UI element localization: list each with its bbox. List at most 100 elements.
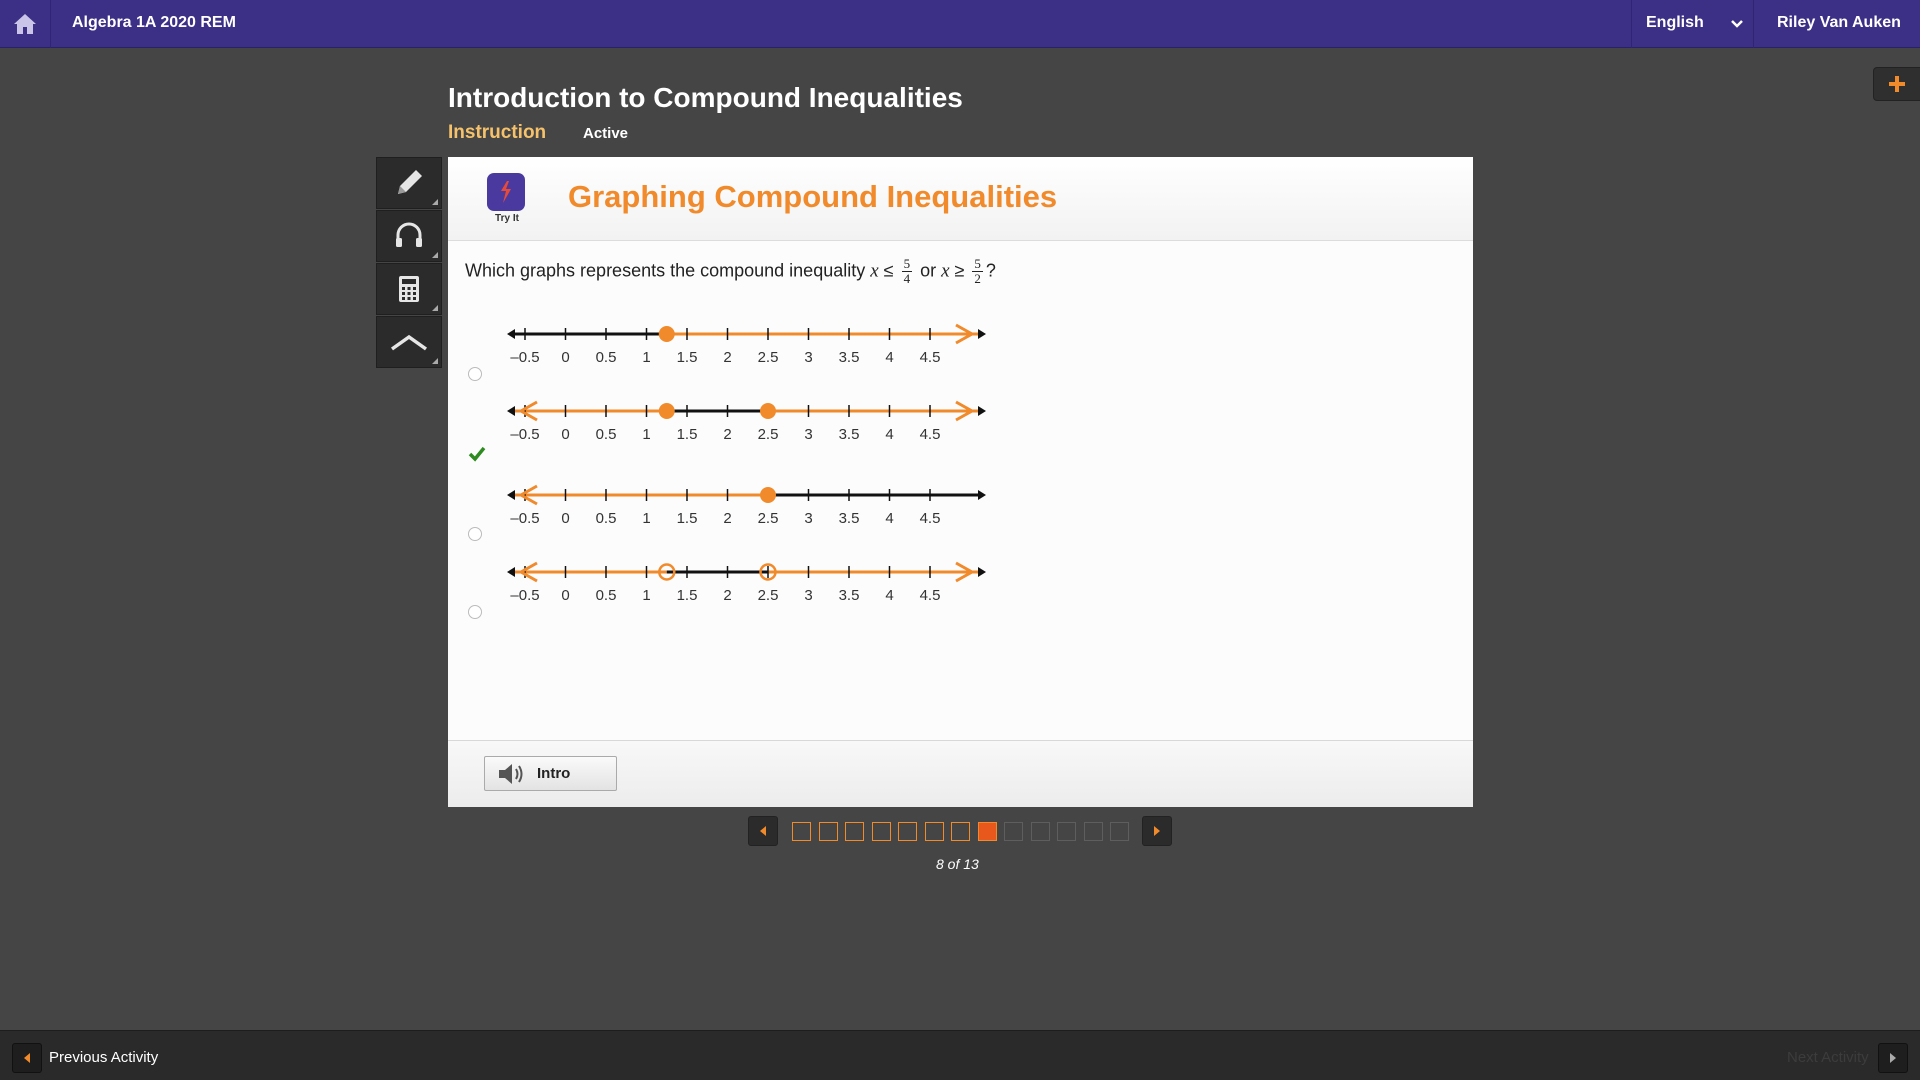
tick-label: 1 (642, 349, 650, 366)
tick-label: 3.5 (839, 587, 860, 604)
page-indicator-1[interactable] (792, 822, 811, 841)
number-line-option-3[interactable]: –0.5 0 0.5 1 1.5 2 2.5 3 3.5 4 4.5 (498, 483, 998, 538)
page-indicator-9[interactable] (1004, 822, 1023, 841)
page-indicator-6[interactable] (924, 822, 944, 841)
tick-label: 1.5 (677, 426, 698, 443)
page-indicator-13[interactable] (1110, 822, 1129, 841)
answer-radio-3[interactable] (468, 527, 482, 541)
tick-label: 0 (561, 587, 569, 604)
tool-corner-icon (432, 252, 438, 258)
calculator-tool-button[interactable] (376, 263, 442, 315)
panel-footer: Intro (448, 740, 1473, 807)
axis-arrow-left (507, 329, 515, 339)
triangle-left-icon (760, 826, 766, 836)
tick-label: 4.5 (920, 587, 941, 604)
expand-plus-button[interactable] (1873, 67, 1920, 101)
user-menu[interactable]: Riley Van Auken (1753, 0, 1920, 48)
speaker-icon (499, 763, 523, 784)
tick-label: 1.5 (677, 510, 698, 527)
tick-label: 2.5 (758, 426, 779, 443)
triangle-right-icon (1890, 1053, 1896, 1063)
axis-arrow-right (978, 490, 986, 500)
course-title: Algebra 1A 2020 REM (72, 14, 236, 31)
page-indicator-10[interactable] (1030, 822, 1050, 841)
tick-label: 2.5 (758, 349, 779, 366)
number-line-option-1[interactable]: –0.5 0 0.5 1 1.5 2 2.5 3 3.5 4 4.5 (498, 322, 998, 377)
tab-instruction[interactable]: Instruction (448, 122, 546, 144)
question-suffix: ? (985, 260, 996, 281)
number-line-option-4[interactable]: –0.5 0 0.5 1 1.5 2 2.5 3 3.5 4 4.5 (498, 560, 998, 615)
tick-label: 1 (642, 426, 650, 443)
language-selector[interactable]: English (1631, 0, 1753, 48)
closed-point (760, 487, 776, 503)
activity-status: Active (583, 125, 629, 142)
page-indicator-7[interactable] (951, 822, 970, 841)
tick-label: 2.5 (758, 587, 779, 604)
page-indicator-2[interactable] (818, 822, 838, 841)
audio-tool-button[interactable] (376, 210, 442, 262)
previous-activity-button[interactable] (12, 1043, 42, 1073)
next-activity-button[interactable] (1878, 1043, 1908, 1073)
tool-corner-icon (432, 305, 438, 311)
question-prefix: Which graphs represents the compound ine… (465, 260, 871, 281)
try-it-label: Try It (495, 213, 519, 224)
intro-label: Intro (537, 765, 571, 782)
question-op1: ≤ (878, 260, 899, 281)
tick-label: 3 (804, 510, 812, 527)
plus-icon (1889, 76, 1905, 92)
axis-arrow-left (507, 406, 515, 416)
panel-title: Graphing Compound Inequalities (568, 179, 1058, 214)
tick-label: –0.5 (510, 510, 539, 527)
page-indicator-11[interactable] (1057, 822, 1076, 841)
tick-label: 0 (561, 349, 569, 366)
answer-radio-4[interactable] (468, 605, 482, 619)
tick-label: 4.5 (920, 349, 941, 366)
question-text: Which graphs represents the compound ine… (465, 257, 996, 286)
home-button[interactable] (0, 0, 51, 48)
page-indicator-5[interactable] (898, 822, 917, 841)
tick-label: 3 (804, 426, 812, 443)
page-indicator-8[interactable] (977, 822, 997, 841)
answer-radio-1[interactable] (468, 367, 482, 381)
fraction-1: 54 (901, 256, 913, 286)
tool-sidebar (376, 157, 442, 369)
bottom-navigation-bar: Previous Activity Next Activity (0, 1030, 1920, 1080)
triangle-left-icon (24, 1053, 30, 1063)
closed-point (658, 326, 675, 342)
number-line-option-2[interactable]: –0.5 0 0.5 1 1.5 2 2.5 3 3.5 4 4.5 (498, 399, 998, 454)
tick-label: 4 (885, 587, 893, 604)
try-it-logo (487, 173, 525, 211)
axis-arrow-right (978, 406, 986, 416)
page-count: 8 of 13 (936, 856, 979, 872)
collapse-icon (390, 334, 428, 351)
pencil-icon (398, 170, 422, 194)
closed-point (658, 403, 675, 419)
tick-label: 4.5 (920, 510, 941, 527)
chevron-down-icon (1731, 20, 1743, 28)
page-indicator-4[interactable] (871, 822, 891, 841)
activity-title: Introduction to Compound Inequalities (448, 82, 963, 113)
tool-corner-icon (432, 199, 438, 205)
fraction-1-numerator: 5 (901, 256, 913, 272)
pager-next-button[interactable] (1142, 816, 1172, 846)
page-indicator-3[interactable] (845, 822, 864, 841)
page-indicator-12[interactable] (1083, 822, 1103, 841)
tick-label: 3.5 (839, 426, 860, 443)
tick-label: 3.5 (839, 349, 860, 366)
intro-audio-button[interactable]: Intro (484, 756, 617, 791)
tick-label: –0.5 (510, 426, 539, 443)
pager-prev-button[interactable] (748, 816, 778, 846)
tick-label: 3 (804, 587, 812, 604)
pencil-tool-button[interactable] (376, 157, 442, 209)
tick-label: 2 (723, 349, 731, 366)
tool-corner-icon (432, 358, 438, 364)
tick-label: 3 (804, 349, 812, 366)
tick-label: 4 (885, 426, 893, 443)
next-activity-label: Next Activity (1787, 1049, 1869, 1066)
previous-activity-label[interactable]: Previous Activity (49, 1049, 158, 1066)
tick-label: 1 (642, 510, 650, 527)
collapse-tool-button[interactable] (376, 316, 442, 368)
axis-arrow-left (507, 567, 515, 577)
tick-label: 0.5 (596, 426, 617, 443)
tick-label: 2 (723, 510, 731, 527)
